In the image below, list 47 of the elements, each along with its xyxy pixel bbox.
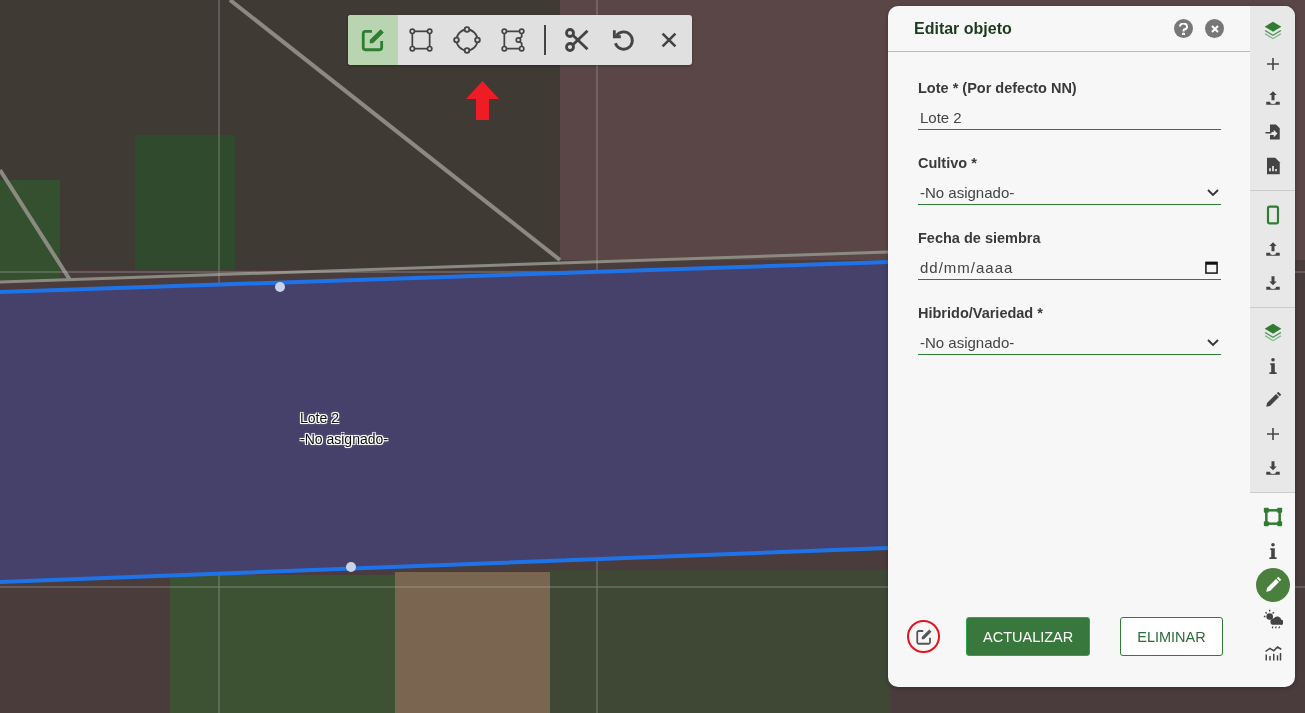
calendar-icon	[1205, 261, 1218, 274]
layers-icon	[1262, 322, 1283, 342]
close-button[interactable]	[1205, 19, 1224, 38]
update-button[interactable]: ACTUALIZAR	[966, 617, 1091, 656]
plus-icon	[1264, 56, 1281, 72]
chart-icon	[1263, 644, 1282, 662]
scissors-icon	[563, 26, 591, 54]
file-chart-icon	[1264, 157, 1281, 175]
field-label: Fecha de siembra	[918, 230, 1042, 246]
plus-icon	[1264, 426, 1281, 442]
field-label: Hibrido/Variedad *	[918, 305, 1044, 321]
chevron-down-icon	[1207, 338, 1219, 347]
download-icon	[1263, 274, 1282, 292]
download-icon	[1263, 459, 1282, 477]
sidebar-pencil-button[interactable]	[1255, 568, 1290, 602]
select-field[interactable]: -No asignado-	[918, 181, 1221, 205]
edit-icon[interactable]	[914, 627, 933, 646]
help-button[interactable]	[1174, 19, 1193, 38]
upload-icon	[1263, 89, 1282, 107]
pencil-icon	[1263, 576, 1282, 594]
edit-icon	[360, 27, 386, 53]
field-label: Cultivo *	[918, 155, 978, 171]
text-field[interactable]: Lote 2	[918, 106, 1221, 130]
field-name-label: Lote 2	[300, 409, 340, 428]
upload-icon	[1263, 240, 1282, 258]
info-icon	[1267, 357, 1278, 375]
undo-icon	[610, 27, 636, 53]
pointer-arrow	[466, 81, 499, 120]
close-icon	[1210, 24, 1219, 33]
rectangle-icon	[408, 27, 434, 53]
square-shape-icon	[1262, 507, 1283, 527]
edit-tool-button[interactable]	[348, 15, 398, 65]
field-crop-label: -No asignado-	[300, 430, 388, 449]
polygon-icon	[500, 27, 526, 53]
weather-icon	[1262, 609, 1283, 629]
pencil-icon	[1263, 391, 1282, 409]
date-field[interactable]: dd/mm/aaaa	[918, 256, 1221, 280]
circle-icon	[453, 26, 481, 54]
field-label: Lote * (Por defecto NN)	[918, 80, 1078, 96]
chevron-down-icon	[1207, 188, 1219, 197]
panel-title: Editar objeto	[914, 19, 1013, 38]
file-import-icon	[1263, 123, 1282, 141]
help-icon	[1179, 22, 1188, 35]
delete-button[interactable]: ELIMINAR	[1120, 617, 1223, 656]
info-icon	[1267, 542, 1278, 560]
select-field[interactable]: -No asignado-	[918, 331, 1221, 355]
layers-icon	[1262, 20, 1283, 40]
